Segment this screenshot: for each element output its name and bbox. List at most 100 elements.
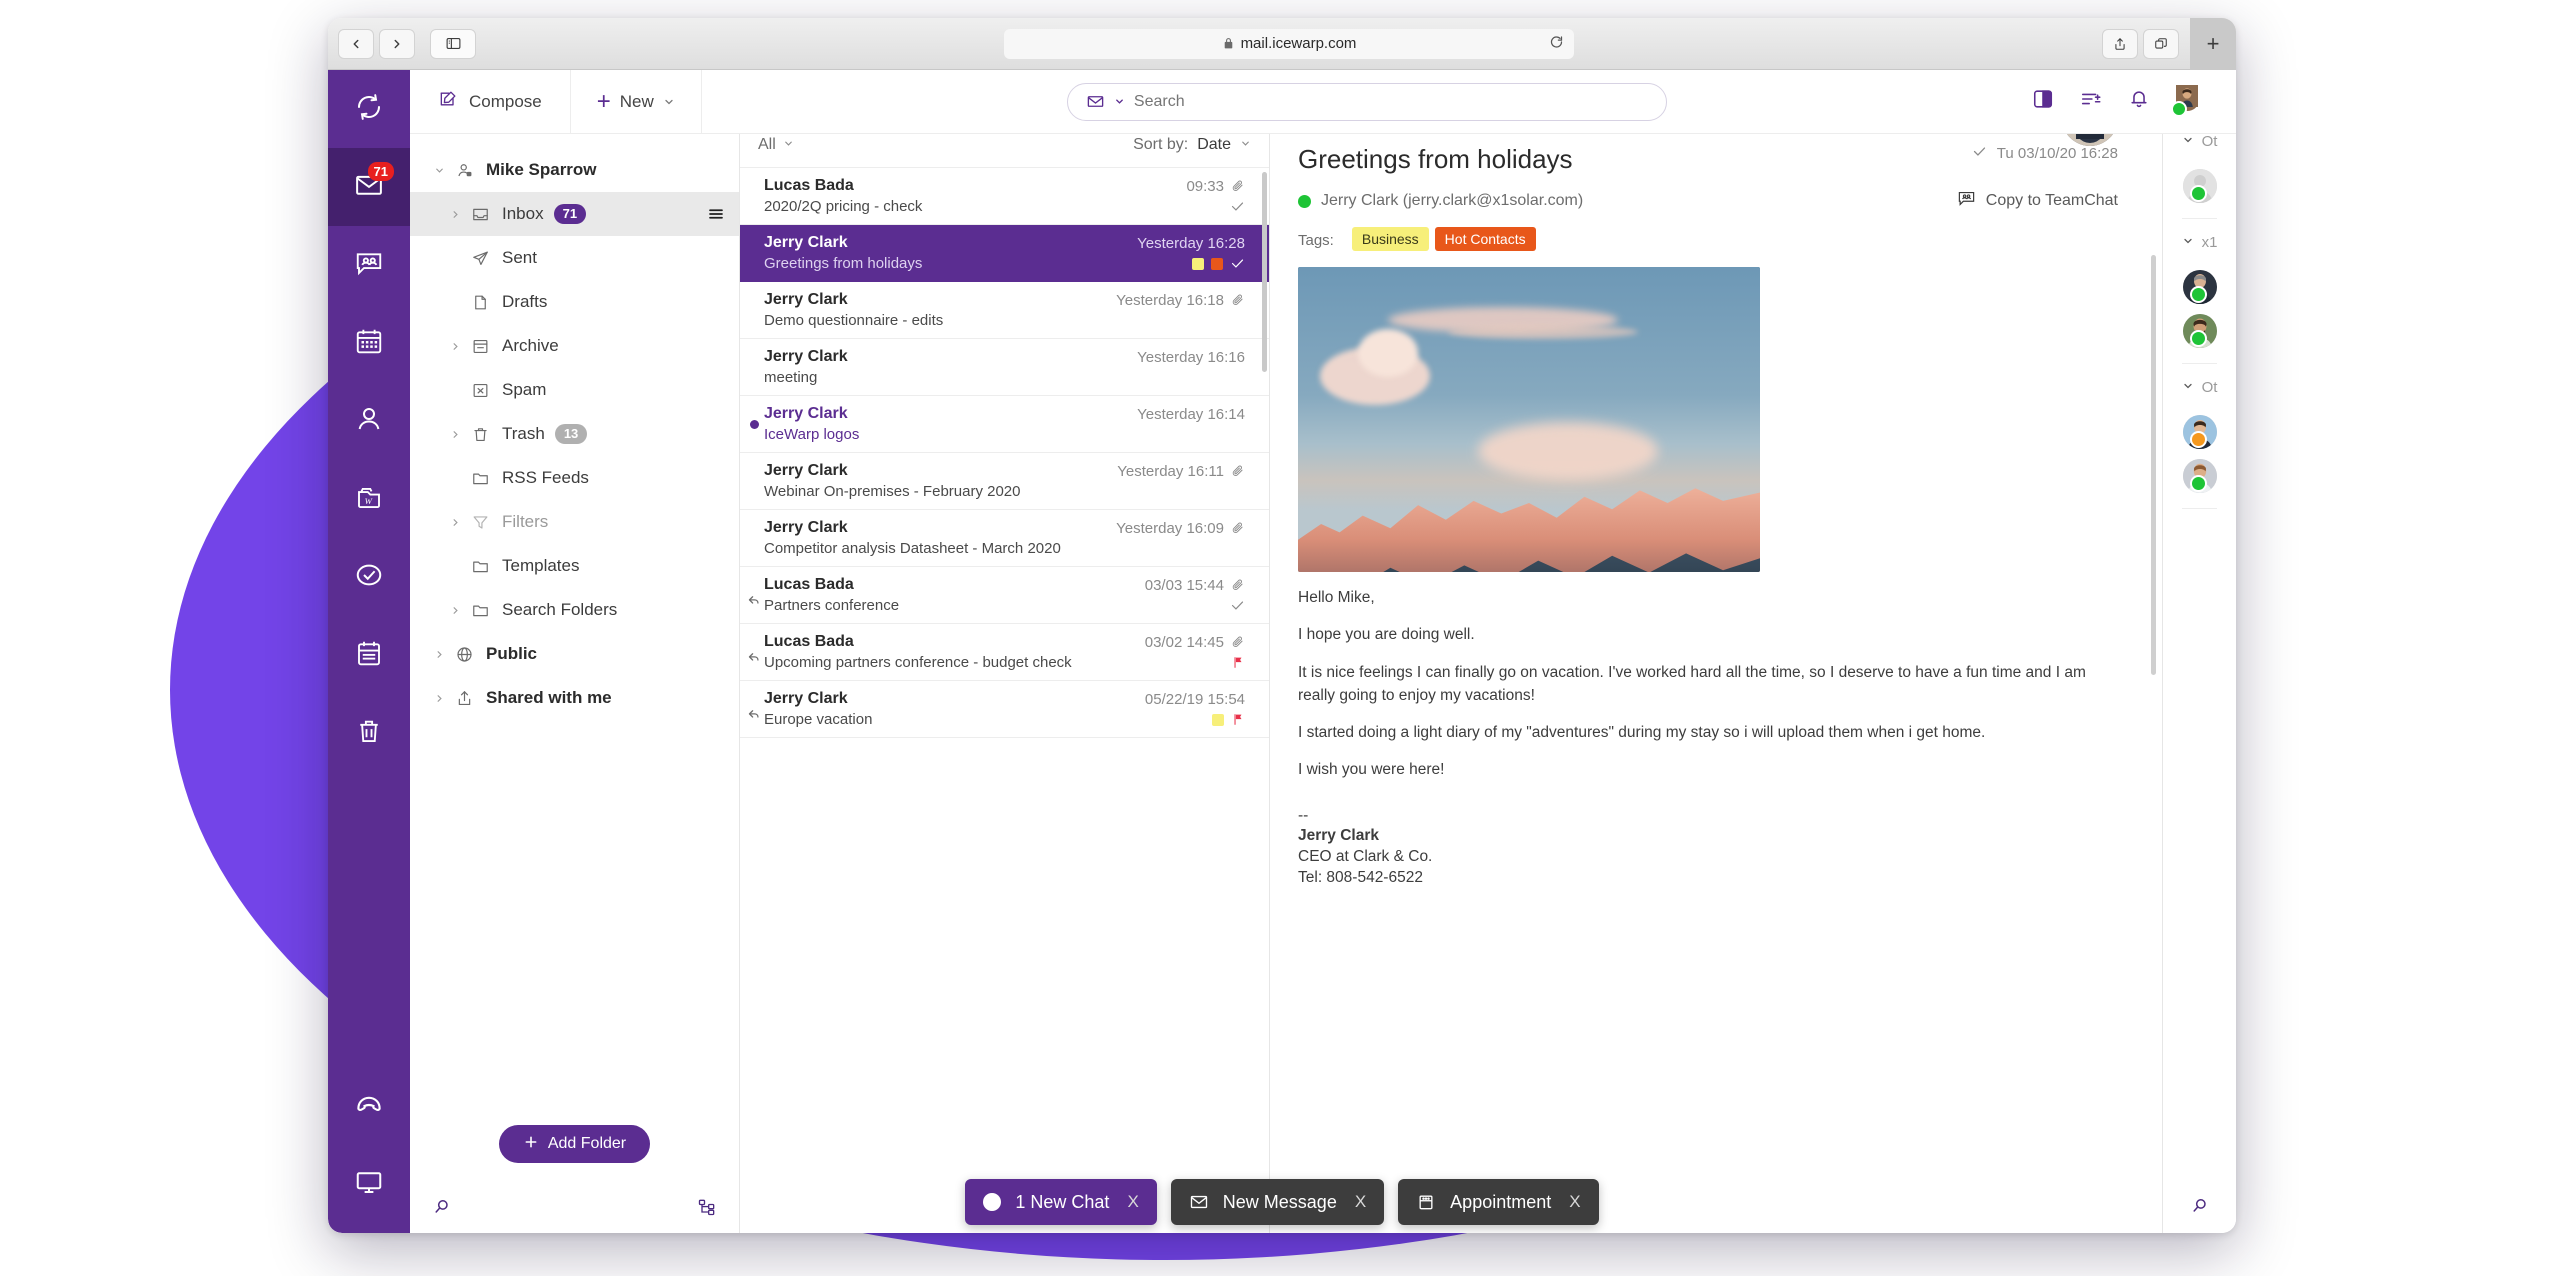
reading-pane-scrollbar[interactable] xyxy=(2151,255,2156,675)
message-list-item[interactable]: Lucas Bada 03/03 15:44 Partners conference xyxy=(740,567,1269,624)
folder-item-archive[interactable]: Archive xyxy=(410,324,739,368)
rail-phone-button[interactable] xyxy=(328,1067,410,1145)
folder-item-drafts[interactable]: Drafts xyxy=(410,280,739,324)
folder-item-inbox[interactable]: Inbox 71 xyxy=(410,192,739,236)
mail-tag-chip[interactable]: Business xyxy=(1351,227,1429,251)
layout-toggle-icon[interactable] xyxy=(2032,88,2054,115)
flag-icon[interactable] xyxy=(1231,712,1245,727)
taskbar-item[interactable]: New Message X xyxy=(1170,1179,1385,1225)
folder-item-search-folders[interactable]: Search Folders xyxy=(410,588,739,632)
browser-chrome-bar: mail.icewarp.com + xyxy=(328,18,2236,70)
folder-item-filters[interactable]: Filters xyxy=(410,500,739,544)
folder-context-menu-icon[interactable] xyxy=(707,205,725,223)
contact-avatar-item[interactable] xyxy=(2182,410,2218,454)
message-list-item[interactable]: Lucas Bada 09:33 2020/2Q pricing - check xyxy=(740,168,1269,225)
folder-item-trash[interactable]: Trash 13 xyxy=(410,412,739,456)
message-list-scroll[interactable]: Lucas Bada 09:33 2020/2Q pricing - check Je… xyxy=(740,168,1269,1233)
rail-desktop-button[interactable] xyxy=(328,1145,410,1223)
browser-tabs-button[interactable] xyxy=(2143,28,2179,59)
mail-body-paragraphs: Hello Mike, I hope you are doing well. It … xyxy=(1298,586,2118,782)
contact-group: x1 xyxy=(2181,219,2218,364)
message-filter-dropdown[interactable]: All xyxy=(758,136,794,154)
rail-trash-button[interactable] xyxy=(328,694,410,772)
folder-account-root[interactable]: Mike Sparrow xyxy=(410,148,739,192)
message-list-item[interactable]: Jerry Clark Yesterday 16:09 Competitor ana… xyxy=(740,510,1269,567)
teamchat-icon xyxy=(1957,189,1976,213)
browser-url-field[interactable]: mail.icewarp.com xyxy=(1004,28,1574,59)
notifications-bell-icon[interactable] xyxy=(2128,88,2150,115)
contact-avatar-item[interactable] xyxy=(2182,265,2218,309)
folder-item-shared-with-me[interactable]: Shared with me xyxy=(410,676,739,720)
rail-contacts-button[interactable] xyxy=(328,382,410,460)
folder-item-templates[interactable]: Templates xyxy=(410,544,739,588)
compose-button[interactable]: Compose xyxy=(410,69,571,134)
folder-item-sent[interactable]: Sent xyxy=(410,236,739,280)
chevron-down-icon[interactable] xyxy=(428,165,450,176)
chevron-right-icon[interactable] xyxy=(444,517,466,528)
new-button[interactable]: + New xyxy=(571,69,702,134)
browser-back-button[interactable] xyxy=(338,28,374,59)
chevron-right-icon[interactable] xyxy=(428,693,450,704)
contact-avatar-item[interactable] xyxy=(2182,454,2218,498)
chevron-right-icon[interactable] xyxy=(444,341,466,352)
add-folder-button[interactable]: Add Folder xyxy=(498,1125,651,1163)
folder-item-rss-feeds[interactable]: RSS Feeds xyxy=(410,456,739,500)
reload-icon[interactable] xyxy=(1549,34,1564,53)
notes-icon xyxy=(354,638,384,673)
message-sender: Jerry Clark xyxy=(764,462,848,479)
taskbar-item-label: Appointment xyxy=(1450,1191,1552,1212)
rail-documents-button[interactable]: W xyxy=(328,460,410,538)
flag-icon[interactable] xyxy=(1231,655,1245,670)
mail-tag-chip[interactable]: Hot Contacts xyxy=(1434,227,1536,251)
rail-sync-button[interactable] xyxy=(328,70,410,148)
message-list-item[interactable]: Jerry Clark 05/22/19 15:54 Europe vacation xyxy=(740,681,1269,738)
rail-tasks-button[interactable] xyxy=(328,538,410,616)
close-icon[interactable]: X xyxy=(1355,1192,1366,1212)
contact-group-header[interactable]: Ot xyxy=(2182,364,2217,410)
folder-item-spam[interactable]: Spam xyxy=(410,368,739,412)
folder-icon xyxy=(466,601,494,620)
mail-body[interactable]: Hello Mike, I hope you are doing well. It … xyxy=(1270,249,2162,1233)
message-list-item[interactable]: Jerry Clark Yesterday 16:18 Demo questionn… xyxy=(740,282,1269,339)
folder-search-icon[interactable] xyxy=(432,1197,452,1222)
rail-calendar-button[interactable] xyxy=(328,304,410,382)
chevron-right-icon[interactable] xyxy=(444,605,466,616)
taskbar-item[interactable]: 1 New Chat X xyxy=(965,1179,1157,1225)
contact-avatar-item[interactable] xyxy=(2182,164,2218,208)
message-list-item[interactable]: Jerry Clark Yesterday 16:28 Greetings from… xyxy=(740,225,1269,282)
close-icon[interactable]: X xyxy=(1127,1192,1138,1212)
folder-item-public[interactable]: Public xyxy=(410,632,739,676)
chevron-right-icon[interactable] xyxy=(428,649,450,660)
message-list-item[interactable]: Jerry Clark Yesterday 16:16 meeting xyxy=(740,339,1269,396)
rail-mail-button[interactable]: 71 xyxy=(328,148,410,226)
chevron-right-icon[interactable] xyxy=(444,429,466,440)
browser-share-button[interactable] xyxy=(2102,28,2138,59)
folder-hierarchy-icon[interactable] xyxy=(697,1197,717,1222)
message-list-scrollbar[interactable] xyxy=(1262,172,1267,372)
close-icon[interactable]: X xyxy=(1569,1192,1580,1212)
contact-avatar-item[interactable] xyxy=(2182,309,2218,353)
message-list-item[interactable]: Lucas Bada 03/02 14:45 Upcoming partners c… xyxy=(740,624,1269,681)
filter-settings-icon[interactable] xyxy=(2080,88,2102,115)
user-avatar[interactable] xyxy=(2171,84,2210,119)
copy-to-teamchat-button[interactable]: Copy to TeamChat xyxy=(1957,189,2118,213)
taskbar-item[interactable]: Appointment X xyxy=(1398,1179,1599,1225)
add-folder-label: Add Folder xyxy=(547,1135,627,1152)
search-box[interactable] xyxy=(1066,82,1667,121)
browser-new-tab-button[interactable]: + xyxy=(2190,18,2236,70)
contact-group-header[interactable]: x1 xyxy=(2182,219,2217,265)
rail-teamchat-button[interactable] xyxy=(328,226,410,304)
contacts-search-button[interactable] xyxy=(2163,1196,2236,1221)
message-list-item[interactable]: Jerry Clark Yesterday 16:14 IceWarp logos xyxy=(740,396,1269,453)
chevron-down-icon[interactable] xyxy=(1114,96,1125,107)
folder-item-label: Shared with me xyxy=(486,688,612,707)
chevron-right-icon[interactable] xyxy=(444,209,466,220)
browser-sidebar-toggle-icon[interactable] xyxy=(430,28,476,59)
message-sort-dropdown[interactable]: Sort by: Date xyxy=(1133,136,1251,154)
message-list-item[interactable]: Jerry Clark Yesterday 16:11 Webinar On-pre… xyxy=(740,453,1269,510)
rail-notes-button[interactable] xyxy=(328,616,410,694)
browser-forward-button[interactable] xyxy=(379,28,415,59)
folder-icon xyxy=(466,557,494,576)
search-input[interactable] xyxy=(1133,92,1648,111)
mail-sender[interactable]: Jerry Clark (jerry.clark@x1solar.com) xyxy=(1298,192,1583,210)
